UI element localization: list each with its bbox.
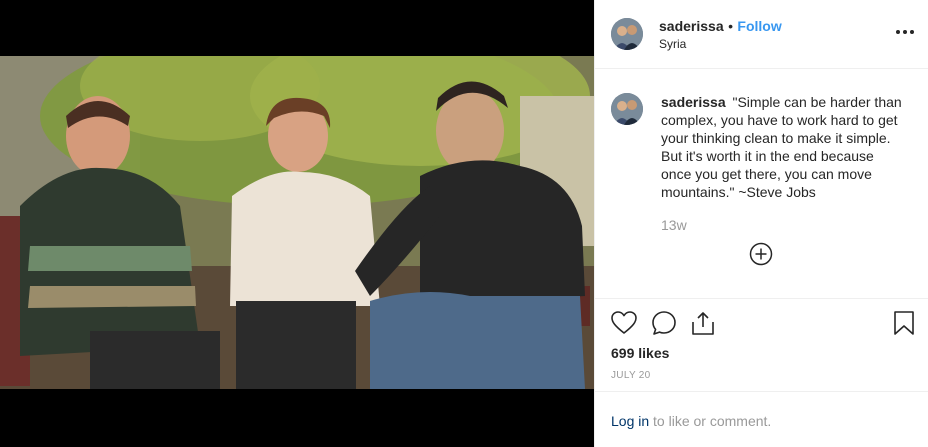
separator-dot: • <box>728 18 733 34</box>
photo-illustration <box>0 56 594 389</box>
plus-circle-icon[interactable] <box>749 242 773 266</box>
username-link[interactable]: saderissa <box>659 18 724 34</box>
post-date[interactable]: JULY 20 <box>611 370 651 381</box>
post-actions: 699 likes JULY 20 <box>595 300 928 392</box>
login-prompt: Log in to like or comment. <box>611 413 771 429</box>
header-title-row: saderissa • Follow <box>659 18 782 36</box>
avatar[interactable] <box>611 18 643 50</box>
caption-avatar[interactable] <box>611 93 643 125</box>
comment-bubble-icon[interactable] <box>651 310 677 336</box>
follow-button[interactable]: Follow <box>737 18 781 34</box>
login-prompt-text: to like or comment. <box>649 413 772 429</box>
share-icon[interactable] <box>690 310 716 336</box>
heart-icon[interactable] <box>611 310 637 336</box>
post-side-panel: saderissa • Follow Syria saderissa "Simp… <box>594 0 928 447</box>
location-link[interactable]: Syria <box>659 37 686 51</box>
avatar-image <box>611 18 643 50</box>
post-media <box>0 0 594 447</box>
post-age[interactable]: 13w <box>661 217 687 233</box>
avatar-image <box>611 93 643 125</box>
likes-count[interactable]: 699 likes <box>611 345 669 361</box>
login-link[interactable]: Log in <box>611 413 649 429</box>
bookmark-icon[interactable] <box>891 310 917 336</box>
caption-area: saderissa "Simple can be harder than com… <box>595 69 928 299</box>
post-header: saderissa • Follow Syria <box>595 0 928 69</box>
post-photo[interactable] <box>0 56 594 389</box>
caption-username[interactable]: saderissa <box>661 94 726 110</box>
more-options-icon[interactable] <box>895 22 915 42</box>
caption: saderissa "Simple can be harder than com… <box>661 93 905 201</box>
